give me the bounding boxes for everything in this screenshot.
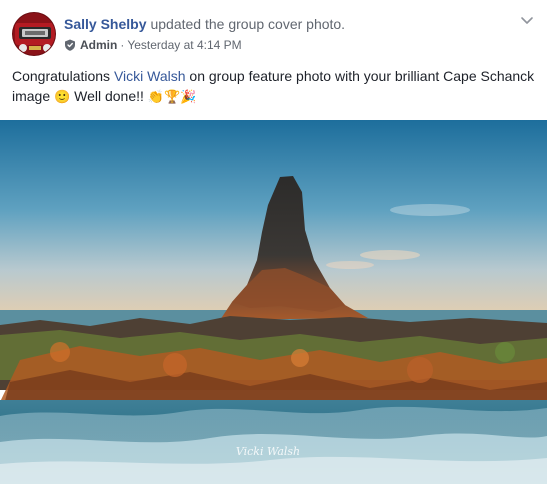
avatar-image — [13, 13, 55, 55]
photo-watermark: Vicki Walsh — [236, 445, 300, 458]
mention-link[interactable]: Vicki Walsh — [114, 68, 186, 84]
post-header: Sally Shelby updated the group cover phot… — [0, 0, 547, 62]
clap-trophy-party-emoji-icon: 👏🏆🎉 — [147, 90, 197, 105]
smile-emoji-icon: 🙂 — [54, 90, 71, 105]
meta-separator: · — [120, 38, 125, 52]
author-line: Sally Shelby updated the group cover phot… — [64, 14, 345, 34]
post-meta: Admin · Yesterday at 4:14 PM — [64, 37, 242, 53]
message-text-congratulations: Congratulations — [12, 68, 111, 84]
post-timestamp-link[interactable]: Yesterday at 4:14 PM — [127, 37, 241, 53]
group-post: Sally Shelby updated the group cover phot… — [0, 0, 547, 484]
shield-icon — [65, 39, 75, 51]
message-text-welldone: Well done!! — [74, 88, 144, 104]
post-message: Congratulations Vicki Walsh on group fea… — [12, 66, 537, 108]
author-name-link[interactable]: Sally Shelby — [64, 16, 146, 32]
admin-role-label: Admin — [80, 38, 118, 52]
avatar[interactable] — [12, 12, 56, 56]
cover-photo[interactable]: Vicki Walsh — [0, 120, 547, 484]
author-action-text: updated the group cover photo. — [150, 16, 346, 32]
cape-schanck-photo-image: Vicki Walsh — [0, 120, 547, 484]
chevron-down-icon[interactable] — [519, 12, 535, 28]
